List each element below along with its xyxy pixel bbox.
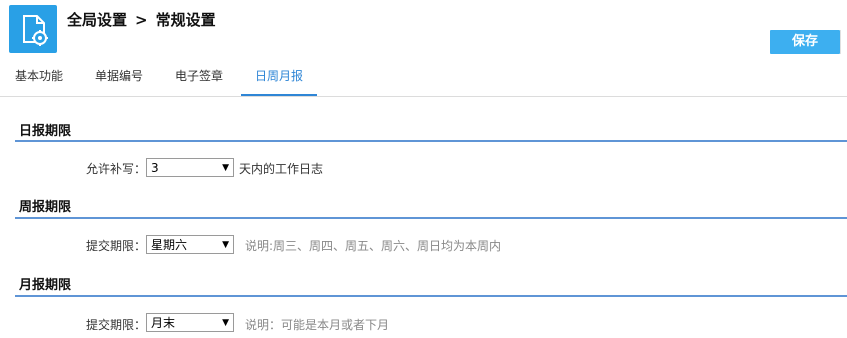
daily-days-select[interactable]: 3 ▼ [146, 158, 234, 177]
tab-bar: 基本功能 单据编号 电子签章 日周月报 [0, 60, 847, 97]
chevron-down-icon: ▼ [222, 163, 229, 173]
daily-allow-label: 允许补写： [86, 162, 147, 176]
daily-days-suffix: 天内的工作日志 [239, 162, 324, 176]
tab-daily-weekly-monthly-report[interactable]: 日周月报 [241, 60, 317, 96]
breadcrumb: 全局设置 > 常规设置 [67, 9, 216, 30]
weekly-deadline-select[interactable]: 星期六 ▼ [146, 235, 234, 254]
weekly-note: 说明:周三、周四、周五、周六、周日均为本周内 [245, 239, 502, 253]
monthly-note: 说明：可能是本月或者下月 [245, 318, 390, 332]
weekly-section-title: 周报期限 [19, 200, 72, 215]
monthly-deadline-value: 月末 [151, 316, 176, 330]
weekly-deadline-label: 提交期限： [86, 239, 147, 253]
header: 全局设置 > 常规设置 保存 [0, 0, 847, 60]
daily-days-value: 3 [151, 161, 159, 175]
document-settings-icon [9, 5, 57, 53]
monthly-section-divider [15, 295, 847, 297]
monthly-deadline-label: 提交期限： [86, 318, 147, 332]
daily-section-divider [15, 140, 847, 142]
breadcrumb-current: 常规设置 [155, 11, 216, 29]
tab-document-numbering[interactable]: 单据编号 [95, 60, 143, 95]
breadcrumb-root[interactable]: 全局设置 [67, 11, 127, 29]
weekly-deadline-value: 星期六 [151, 238, 188, 252]
tab-electronic-signature[interactable]: 电子签章 [175, 60, 223, 95]
monthly-deadline-select[interactable]: 月末 ▼ [146, 313, 234, 332]
chevron-down-icon: ▼ [222, 318, 229, 328]
chevron-down-icon: ▼ [222, 240, 229, 250]
save-button-dropdown[interactable] [840, 30, 847, 54]
monthly-section-title: 月报期限 [19, 278, 72, 293]
tab-basic-functions[interactable]: 基本功能 [15, 60, 63, 95]
breadcrumb-separator: > [135, 11, 148, 29]
weekly-section-divider [15, 217, 847, 219]
daily-section-title: 日报期限 [19, 124, 72, 139]
save-button[interactable]: 保存 [770, 30, 840, 54]
